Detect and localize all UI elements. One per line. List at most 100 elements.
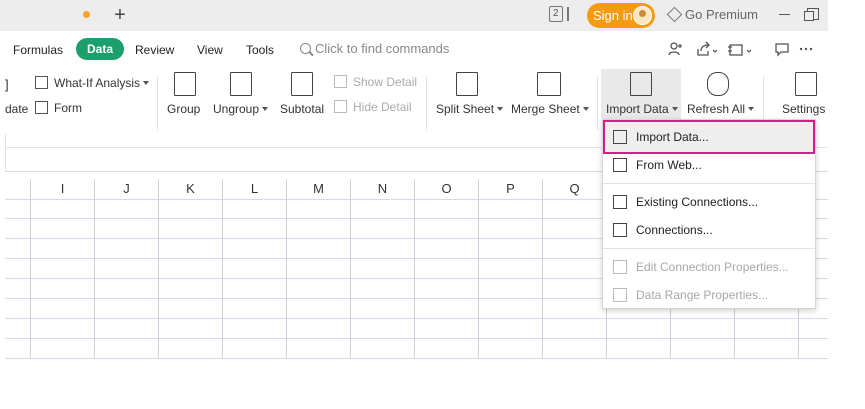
toolbox-icon[interactable] (728, 41, 752, 57)
import-data-icon (630, 72, 652, 96)
column-header-q[interactable]: Q (543, 179, 606, 199)
menu-separator (603, 248, 815, 249)
grid-column-line (414, 179, 415, 359)
tab-view[interactable]: View (197, 43, 223, 57)
ungroup-label: Ungroup (213, 102, 260, 116)
hide-detail-button[interactable]: Hide Detail (334, 100, 412, 114)
import-data-icon (613, 130, 627, 144)
column-header-j[interactable]: J (95, 179, 158, 199)
refresh-all-button[interactable]: Refresh All (687, 69, 755, 119)
wrench-icon (795, 72, 817, 96)
ribbon-divider (597, 76, 598, 130)
split-sheet-button[interactable]: Split Sheet (436, 69, 504, 119)
merge-sheet-label: Merge Sheet (511, 102, 580, 116)
comment-icon[interactable] (774, 41, 790, 57)
tab-data[interactable]: Data (76, 38, 125, 60)
menu-separator (603, 183, 815, 184)
menu-item-edit-connection-properties[interactable]: Edit Connection Properties... (603, 254, 815, 280)
grid-column-line (30, 179, 31, 359)
menu-item-data-range-properties[interactable]: Data Range Properties... (603, 282, 815, 308)
chevron-down-icon (143, 81, 150, 85)
column-header-n[interactable]: N (351, 179, 414, 199)
connections-icon (613, 223, 627, 237)
refresh-all-label: Refresh All (687, 102, 746, 116)
grid-column-line (286, 179, 287, 359)
restore-button[interactable] (804, 8, 819, 21)
column-header-i[interactable]: I (31, 179, 94, 199)
chevron-down-icon (671, 107, 678, 111)
ungroup-label-wrap: Ungroup (213, 102, 269, 116)
what-if-label: What-If Analysis (54, 76, 141, 90)
merge-sheet-icon (537, 72, 561, 96)
minimize-button[interactable] (779, 14, 790, 15)
new-tab-button[interactable]: + (111, 4, 129, 26)
ribbon-bracket-fragment: ] (5, 77, 9, 92)
column-header-p[interactable]: P (479, 179, 542, 199)
chevron-down-icon (582, 107, 589, 111)
form-icon (35, 101, 48, 114)
form-label: Form (54, 101, 82, 115)
go-premium-button[interactable]: Go Premium (666, 6, 758, 23)
more-icon[interactable] (798, 41, 814, 57)
import-data-button[interactable]: Import Data (606, 69, 678, 119)
tab-review[interactable]: Review (135, 43, 174, 57)
menu-item-from-web[interactable]: From Web... (603, 152, 815, 178)
tab-formulas[interactable]: Formulas (13, 43, 63, 57)
settings-label: Settings (782, 102, 826, 116)
formula-bar-edge (5, 134, 6, 171)
split-sheet-label: Split Sheet (436, 102, 495, 116)
add-user-icon[interactable] (667, 41, 683, 57)
ungroup-icon (230, 72, 252, 96)
grid-line (5, 338, 828, 339)
hide-detail-label: Hide Detail (353, 100, 412, 114)
subtotal-button[interactable]: Subtotal (280, 69, 326, 119)
import-data-label-wrap: Import Data (606, 102, 678, 116)
group-label: Group (167, 102, 201, 116)
window-count-badge[interactable]: 2 (549, 6, 563, 22)
show-detail-icon (334, 75, 347, 88)
show-detail-label: Show Detail (353, 75, 418, 89)
web-icon (613, 158, 627, 172)
command-search-placeholder: Click to find commands (315, 41, 450, 56)
what-if-icon (35, 76, 48, 89)
form-button[interactable]: Form (35, 101, 82, 115)
menu-item-import-data[interactable]: Import Data... (603, 124, 815, 150)
menu-item-existing-connections[interactable]: Existing Connections... (603, 189, 815, 215)
existing-connections-icon (613, 195, 627, 209)
edit-connection-icon (613, 260, 627, 274)
share-icon[interactable] (695, 41, 717, 57)
subtotal-label: Subtotal (280, 102, 325, 116)
column-header-m[interactable]: M (287, 179, 350, 199)
grid-column-line (158, 179, 159, 359)
column-header-o[interactable]: O (415, 179, 478, 199)
split-sheet-icon (456, 72, 478, 96)
menu-item-label: Import Data... (636, 130, 709, 144)
title-bar: + 2 Sign in Go Premium (0, 0, 828, 31)
import-data-dropdown: Import Data... From Web... Existing Conn… (602, 119, 816, 309)
import-data-label: Import Data (606, 102, 669, 116)
ungroup-button[interactable]: Ungroup (213, 69, 271, 119)
refresh-all-label-wrap: Refresh All (687, 102, 755, 116)
tab-tools[interactable]: Tools (246, 43, 274, 57)
chevron-down-icon (497, 107, 504, 111)
sign-in-button[interactable]: Sign in (587, 3, 655, 28)
merge-sheet-button[interactable]: Merge Sheet (511, 69, 589, 119)
grid-line (5, 358, 828, 359)
menu-item-label: Connections... (636, 223, 713, 237)
menu-item-connections[interactable]: Connections... (603, 217, 815, 243)
show-detail-button[interactable]: Show Detail (334, 75, 417, 89)
command-search[interactable]: Click to find commands (300, 41, 449, 56)
group-button[interactable]: Group (167, 69, 203, 119)
column-header-l[interactable]: L (223, 179, 286, 199)
settings-button[interactable]: Settings (780, 69, 828, 119)
refresh-icon (707, 72, 729, 96)
hide-detail-icon (334, 100, 347, 113)
column-header-k[interactable]: K (159, 179, 222, 199)
merge-sheet-label-wrap: Merge Sheet (511, 102, 589, 116)
sign-in-label: Sign in (593, 8, 633, 23)
premium-icon (666, 6, 683, 23)
avatar-icon (633, 6, 652, 25)
what-if-analysis-button[interactable]: What-If Analysis (35, 76, 150, 90)
ribbon-date-fragment[interactable]: date (5, 102, 28, 116)
grid-column-line (222, 179, 223, 359)
